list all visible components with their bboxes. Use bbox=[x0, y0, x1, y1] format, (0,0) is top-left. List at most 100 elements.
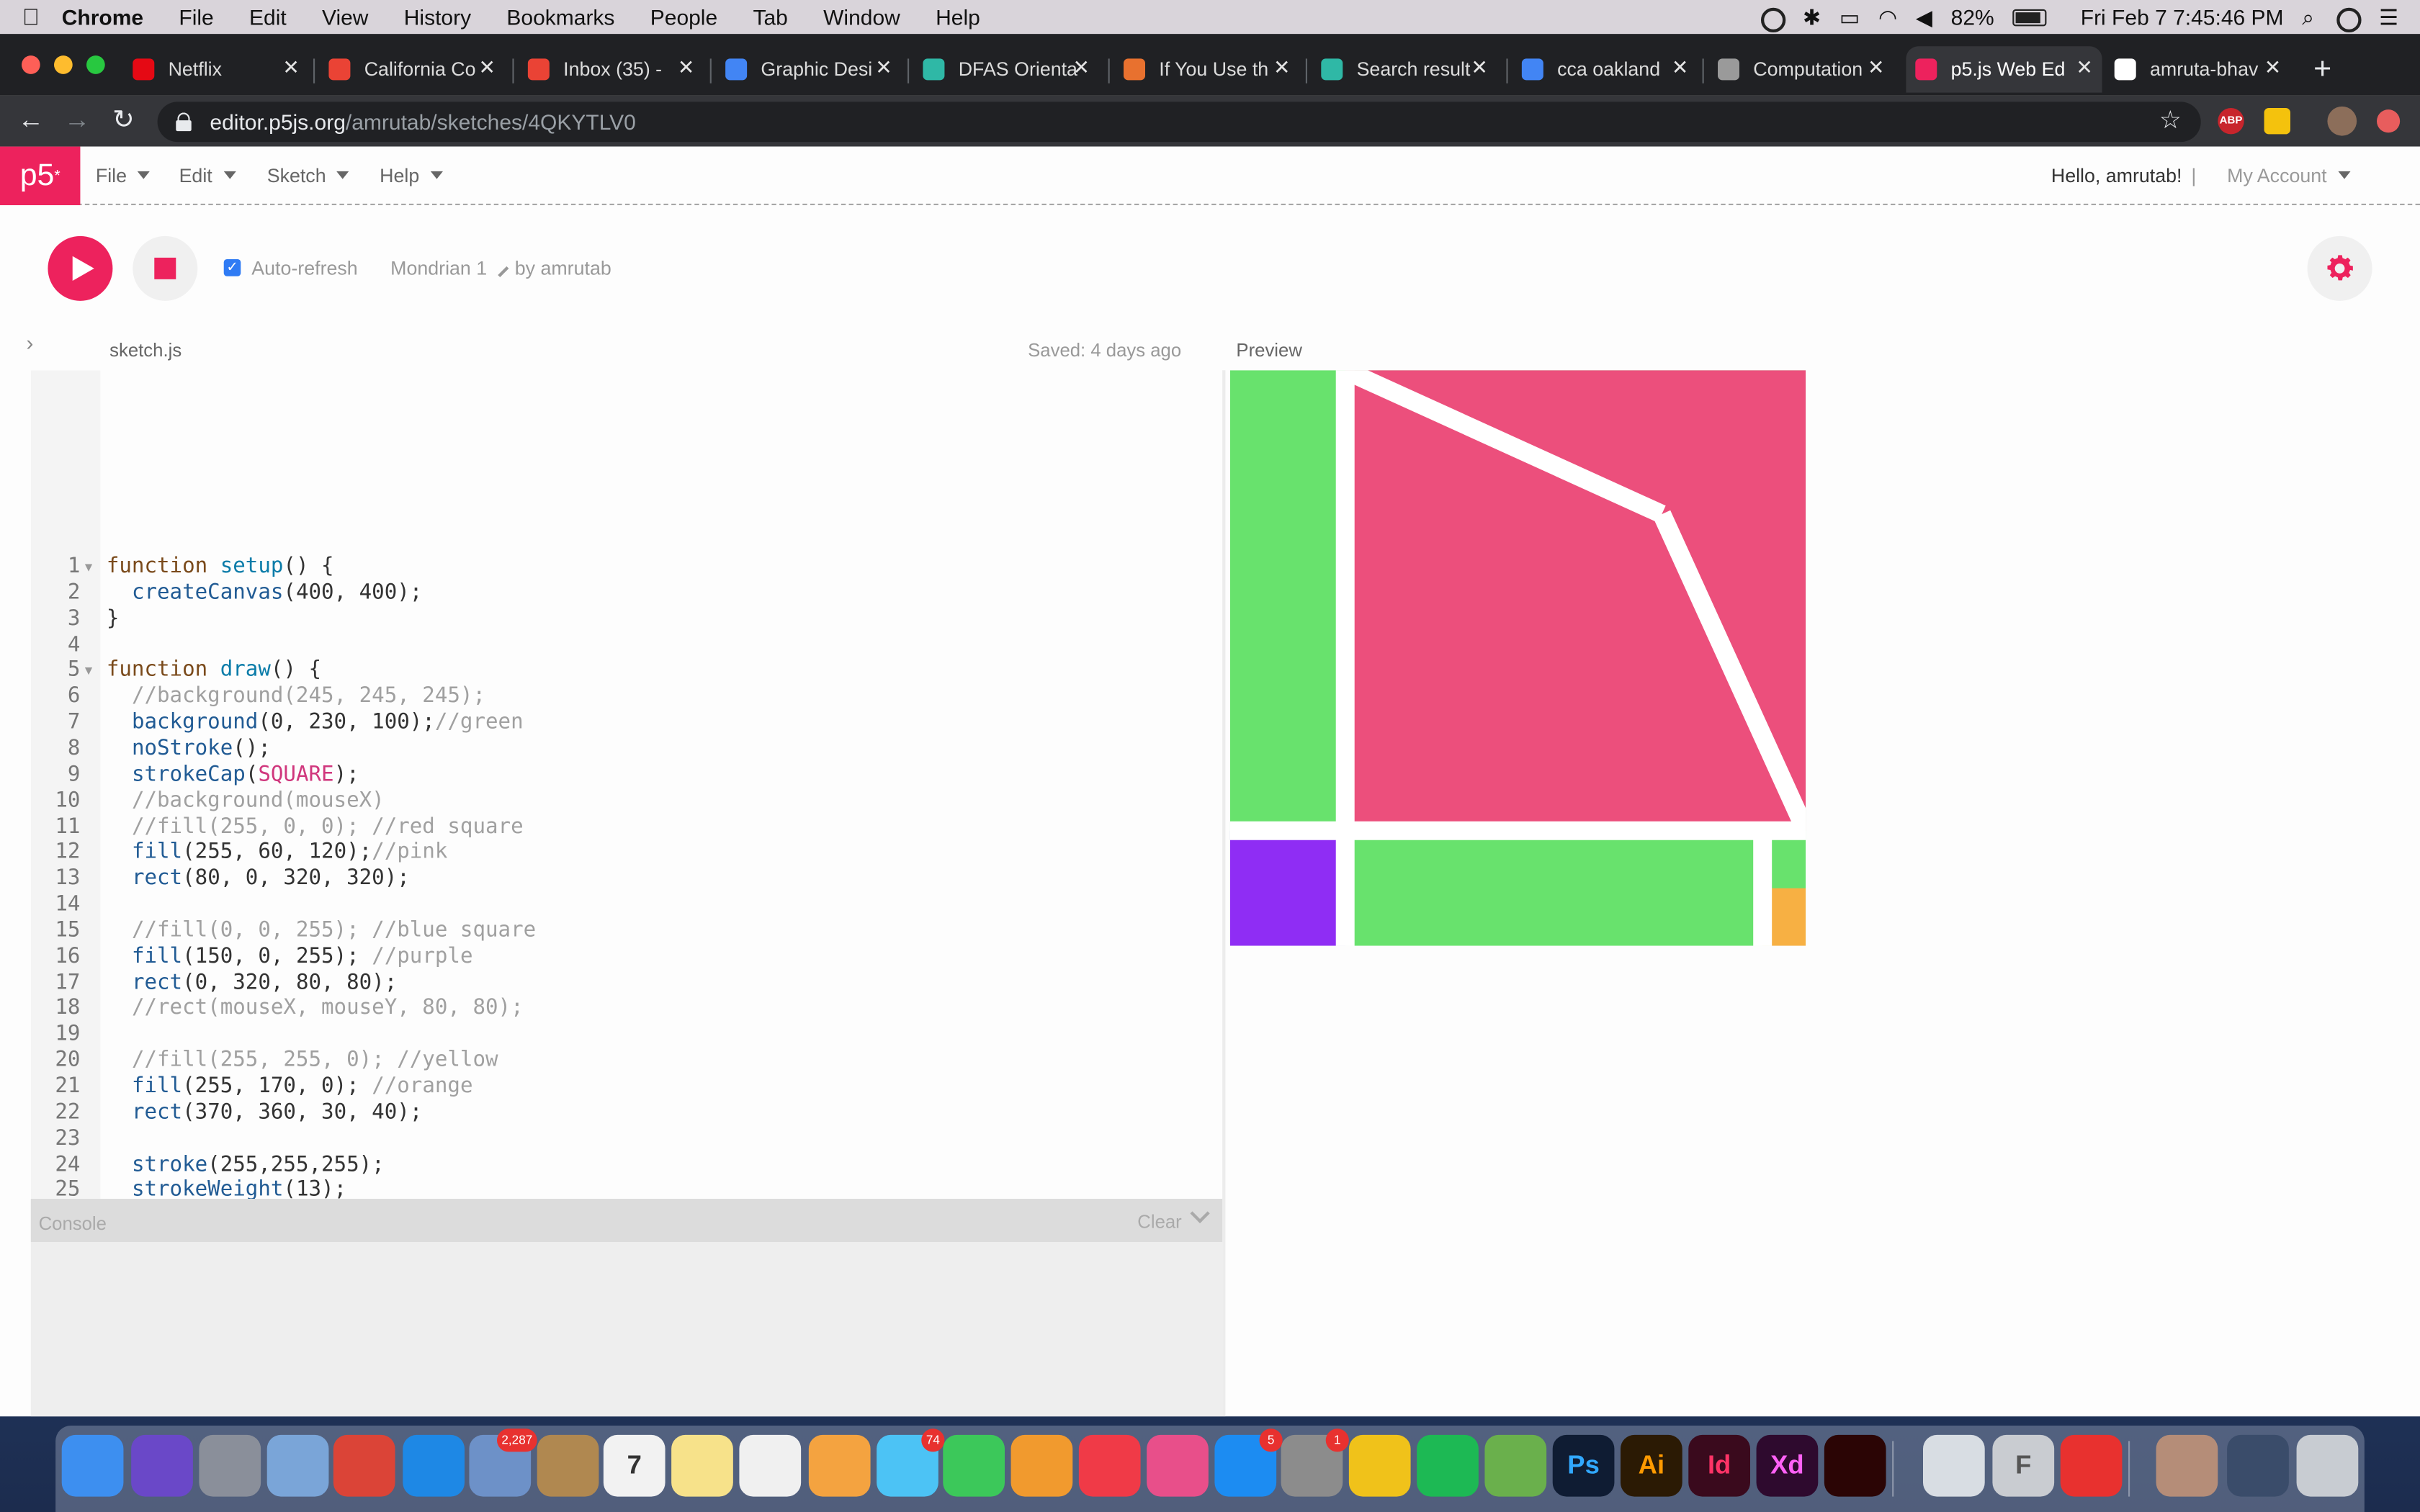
extension-red-icon[interactable] bbox=[2377, 109, 2401, 133]
airplay-icon[interactable]: ▭ bbox=[1839, 4, 1860, 30]
code-line[interactable]: 14 bbox=[31, 892, 1222, 918]
calendar-icon[interactable]: 7 bbox=[603, 1434, 666, 1497]
photos-icon[interactable] bbox=[808, 1434, 871, 1497]
app-store-icon[interactable]: 5 bbox=[1214, 1428, 1283, 1497]
screenshot-stack-icon[interactable] bbox=[2227, 1434, 2289, 1497]
tab-close-icon[interactable]: ✕ bbox=[1868, 55, 1884, 80]
back-arrow-icon[interactable]: ← bbox=[15, 105, 46, 136]
code-line[interactable]: 21 fill(255, 170, 0); //orange bbox=[31, 1074, 1222, 1099]
code-line[interactable]: 20 //fill(255, 255, 0); //yellow bbox=[31, 1048, 1222, 1074]
code-line[interactable]: 9 strokeCap(SQUARE); bbox=[31, 762, 1222, 788]
p5-logo[interactable]: p5 * bbox=[0, 146, 81, 205]
menu-edit[interactable]: Edit bbox=[249, 4, 303, 29]
notification-center-icon[interactable]: ☰ bbox=[2379, 4, 2398, 30]
code-line[interactable]: 3} bbox=[31, 606, 1222, 631]
menu-history[interactable]: History bbox=[404, 4, 488, 29]
tab-close-icon[interactable]: ✕ bbox=[875, 55, 892, 80]
utilities-folder-icon[interactable] bbox=[1923, 1434, 1985, 1497]
code-line[interactable]: 10 //background(mouseX) bbox=[31, 788, 1222, 814]
creative-cloud-icon[interactable] bbox=[2060, 1434, 2123, 1497]
tab-close-icon[interactable]: ✕ bbox=[2264, 55, 2281, 80]
bookmark-star-icon[interactable]: ☆ bbox=[2159, 105, 2182, 136]
menu-file[interactable]: File bbox=[179, 4, 230, 29]
code-line[interactable]: 19 bbox=[31, 1022, 1222, 1048]
code-line[interactable]: 2 createCanvas(400, 400); bbox=[31, 580, 1222, 606]
auto-refresh-checkbox[interactable]: ✓ bbox=[223, 259, 241, 276]
sketch-title[interactable]: Mondrian 1 by amrutab bbox=[390, 258, 611, 279]
mail-icon[interactable]: 2,287 bbox=[469, 1428, 537, 1497]
launchpad-icon[interactable] bbox=[199, 1434, 261, 1497]
new-tab-button[interactable]: + bbox=[2313, 53, 2331, 88]
news-icon[interactable] bbox=[1078, 1434, 1141, 1497]
apple-menu-icon[interactable]:  bbox=[0, 4, 62, 30]
siri-icon[interactable] bbox=[131, 1434, 193, 1497]
code-line[interactable]: 17 rect(0, 320, 80, 80); bbox=[31, 970, 1222, 996]
acrobat-icon[interactable] bbox=[1824, 1434, 1886, 1497]
code-line[interactable]: 13 rect(80, 0, 320, 320); bbox=[31, 866, 1222, 892]
tab-close-icon[interactable]: ✕ bbox=[678, 55, 694, 80]
notebook-icon[interactable] bbox=[537, 1434, 599, 1497]
preview-icon[interactable] bbox=[266, 1434, 329, 1497]
finder-icon[interactable] bbox=[61, 1434, 124, 1497]
system-preferences-icon[interactable]: 1 bbox=[1281, 1428, 1349, 1497]
cyberduck-icon[interactable] bbox=[1348, 1434, 1411, 1497]
code-line[interactable]: 5 ▼ function draw() { bbox=[31, 658, 1222, 684]
indesign-icon[interactable]: Id bbox=[1688, 1434, 1750, 1497]
sketch-preview-canvas[interactable] bbox=[1229, 370, 1806, 946]
forward-arrow-icon[interactable]: → bbox=[62, 105, 93, 136]
code-line[interactable]: 16 fill(150, 0, 255); //purple bbox=[31, 944, 1222, 970]
code-editor[interactable]: 1 ▼ function setup() {2 createCanvas(400, … bbox=[30, 370, 1223, 1200]
pane-divider[interactable] bbox=[1222, 370, 1226, 1417]
chrome-icon[interactable] bbox=[333, 1434, 395, 1497]
tab-close-icon[interactable]: ✕ bbox=[1072, 55, 1089, 80]
notes-icon[interactable] bbox=[671, 1434, 733, 1497]
p5-menu-file[interactable]: File bbox=[96, 165, 151, 186]
tab-close-icon[interactable]: ✕ bbox=[282, 55, 299, 80]
illustrator-icon[interactable]: Ai bbox=[1621, 1434, 1682, 1497]
battery-icon[interactable] bbox=[2012, 8, 2047, 26]
sidebar-expand-chevron-icon[interactable]: › bbox=[26, 330, 33, 355]
browser-tab[interactable]: DFAS Orienta ✕ bbox=[914, 46, 1099, 92]
menu-window[interactable]: Window bbox=[823, 4, 917, 29]
code-line[interactable]: 4 bbox=[31, 632, 1222, 658]
tab-close-icon[interactable]: ✕ bbox=[1471, 55, 1487, 80]
code-line[interactable]: 8 noStroke(); bbox=[31, 736, 1222, 762]
close-window-button[interactable] bbox=[22, 55, 40, 74]
browser-tab[interactable]: California Co ✕ bbox=[320, 46, 505, 92]
bluetooth-icon[interactable]: ✱ bbox=[1803, 4, 1821, 30]
browser-tab[interactable]: Inbox (35) - ✕ bbox=[519, 46, 704, 92]
tab-close-icon[interactable]: ✕ bbox=[1273, 55, 1290, 80]
fold-arrow-icon[interactable]: ▼ bbox=[85, 658, 92, 684]
volume-icon[interactable]: ◀ bbox=[1916, 4, 1932, 30]
code-line[interactable]: 25 strokeWeight(13); bbox=[31, 1178, 1222, 1199]
menu-bookmarks[interactable]: Bookmarks bbox=[506, 4, 632, 29]
code-line[interactable]: 15 //fill(0, 0, 255); //blue square bbox=[31, 918, 1222, 944]
fold-arrow-icon[interactable]: ▼ bbox=[85, 554, 92, 580]
sketchbook-icon[interactable] bbox=[1484, 1434, 1547, 1497]
spotlight-search-icon[interactable]: ⌕ bbox=[2302, 4, 2314, 30]
notes-extension-icon[interactable] bbox=[2264, 108, 2290, 135]
browser-tab[interactable]: Netflix ✕ bbox=[123, 46, 308, 92]
browser-tab[interactable]: Computation ✕ bbox=[1708, 46, 1894, 92]
my-account-menu[interactable]: My Account bbox=[2227, 165, 2350, 186]
p5-menu-help[interactable]: Help bbox=[380, 165, 443, 186]
browser-tab[interactable]: p5.js Web Ed ✕ bbox=[1906, 46, 2102, 93]
menu-view[interactable]: View bbox=[322, 4, 385, 29]
menu-help[interactable]: Help bbox=[936, 4, 997, 29]
profile-avatar[interactable] bbox=[2327, 106, 2357, 136]
minimize-window-button[interactable] bbox=[54, 55, 73, 74]
settings-button[interactable] bbox=[2307, 235, 2372, 301]
code-line[interactable]: 1 ▼ function setup() { bbox=[31, 554, 1222, 580]
menu-app-chrome[interactable]: Chrome bbox=[62, 4, 161, 29]
browser-tab[interactable]: If You Use th ✕ bbox=[1114, 46, 1299, 92]
tab-close-icon[interactable]: ✕ bbox=[1672, 55, 1688, 80]
facetime-icon[interactable] bbox=[943, 1434, 1005, 1497]
console-clear-button[interactable]: Clear bbox=[1137, 1211, 1181, 1233]
code-line[interactable]: 18 //rect(mouseX, mouseY, 80, 80); bbox=[31, 996, 1222, 1022]
p5-menu-sketch[interactable]: Sketch bbox=[267, 165, 349, 186]
safari-icon[interactable] bbox=[403, 1434, 465, 1497]
menu-people[interactable]: People bbox=[650, 4, 735, 29]
siri-menu-icon[interactable] bbox=[2333, 6, 2362, 32]
code-line[interactable]: 23 bbox=[31, 1126, 1222, 1152]
trash-icon[interactable] bbox=[2296, 1434, 2359, 1497]
